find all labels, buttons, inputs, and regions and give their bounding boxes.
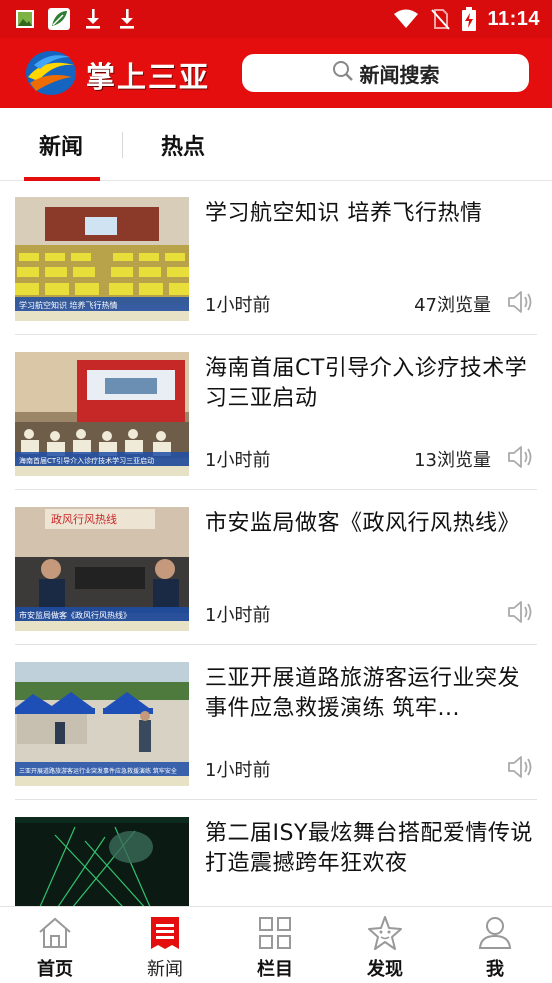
nav-me-label: 我 [486, 959, 504, 980]
divider [15, 489, 537, 490]
news-thumbnail: 三亚开展道路旅游客运行业突发事件应急救援演练 筑牢安全 [15, 662, 189, 786]
status-bar: 11:14 [0, 0, 552, 38]
app-logo [24, 47, 78, 99]
news-time: 1小时前 [205, 760, 271, 781]
home-icon [37, 915, 73, 951]
tab-news[interactable]: 新闻 [22, 108, 100, 181]
news-item[interactable]: 三亚开展道路旅游客运行业突发事件应急救援演练 筑牢安全 三亚开展道路旅游客运行业… [0, 646, 552, 800]
nav-news[interactable]: 新闻 [115, 907, 215, 983]
nav-columns-label: 栏目 [257, 959, 293, 980]
thumb-caption: 市安监局做客《政风行风热线》 [19, 610, 131, 620]
no-sim-icon [429, 8, 451, 30]
nav-news-label: 新闻 [147, 959, 183, 980]
speaker-icon[interactable] [507, 599, 535, 625]
news-title[interactable]: 三亚开展道路旅游客运行业突发事件应急救援演练 筑牢... [205, 664, 537, 724]
news-time: 1小时前 [205, 450, 271, 471]
battery-charging-icon [461, 7, 477, 31]
speaker-icon[interactable] [507, 444, 535, 470]
bottom-navigation: 首页 新闻 栏目 发现 我 [0, 906, 552, 983]
news-time: 1小时前 [205, 605, 271, 626]
clock: 11:14 [487, 7, 540, 30]
news-icon [147, 915, 183, 951]
news-title[interactable]: 海南首届CT引导介入诊疗技术学习三亚启动 [205, 354, 537, 414]
star-icon [367, 915, 403, 951]
news-views: 47浏览量 [414, 295, 491, 316]
svg-text:政风行风热线: 政风行风热线 [51, 512, 117, 526]
grid-icon [257, 915, 293, 951]
news-thumbnail: 海南首届CT引导介入诊疗技术学习三亚启动 [15, 352, 189, 476]
wifi-icon [393, 8, 419, 30]
search-button[interactable]: 新闻搜索 [242, 54, 529, 92]
divider [15, 644, 537, 645]
news-thumbnail: 学习航空知识 培养飞行热情 [15, 197, 189, 321]
nav-home-label: 首页 [37, 959, 73, 980]
news-item[interactable]: 第二届ISY最炫舞台搭配爱情传说 打造震撼跨年狂欢夜 [0, 801, 552, 906]
thumb-caption: 三亚开展道路旅游客运行业突发事件应急救援演练 筑牢安全 [19, 767, 177, 775]
app-header: 掌上三亚 新闻搜索 [0, 38, 552, 108]
news-title[interactable]: 市安监局做客《政风行风热线》 [205, 509, 537, 539]
nav-me[interactable]: 我 [445, 907, 545, 983]
app-title: 掌上三亚 [86, 60, 211, 94]
thumb-caption: 海南首届CT引导介入诊疗技术学习三亚启动 [19, 456, 154, 465]
news-item[interactable]: 政风行风热线 市安监局做客《政风行风热线》 市安监局做客《政风行风热线》 1小时… [0, 491, 552, 645]
news-item[interactable]: 学习航空知识 培养飞行热情 学习航空知识 培养飞行热情 1小时前 47浏览量 [0, 181, 552, 335]
app-leaf-icon [48, 8, 70, 30]
nav-discover-label: 发现 [367, 959, 403, 980]
nav-columns[interactable]: 栏目 [225, 907, 325, 983]
news-list: 学习航空知识 培养飞行热情 学习航空知识 培养飞行热情 1小时前 47浏览量 海… [0, 181, 552, 906]
news-time: 1小时前 [205, 295, 271, 316]
system-indicators: 11:14 [393, 5, 540, 33]
news-item[interactable]: 海南首届CT引导介入诊疗技术学习三亚启动 海南首届CT引导介入诊疗技术学习三亚启… [0, 336, 552, 490]
nav-discover[interactable]: 发现 [335, 907, 435, 983]
user-icon [477, 915, 513, 951]
gallery-icon [14, 8, 36, 30]
search-icon [332, 60, 354, 86]
divider [15, 334, 537, 335]
search-placeholder: 新闻搜索 [359, 62, 440, 87]
download-icon [116, 8, 138, 30]
tab-bar: 新闻 热点 [0, 108, 552, 181]
news-title[interactable]: 学习航空知识 培养飞行热情 [205, 199, 537, 229]
tab-divider [122, 132, 123, 158]
download-icon [82, 8, 104, 30]
news-thumbnail: 政风行风热线 市安监局做客《政风行风热线》 [15, 507, 189, 631]
speaker-icon[interactable] [507, 289, 535, 315]
nav-home[interactable]: 首页 [5, 907, 105, 983]
news-title[interactable]: 第二届ISY最炫舞台搭配爱情传说 打造震撼跨年狂欢夜 [205, 819, 537, 879]
speaker-icon[interactable] [507, 754, 535, 780]
divider [15, 799, 537, 800]
thumb-caption: 学习航空知识 培养飞行热情 [19, 300, 118, 310]
news-thumbnail [15, 817, 189, 906]
notification-icons [14, 6, 138, 32]
news-views: 13浏览量 [414, 450, 491, 471]
tab-hot[interactable]: 热点 [143, 108, 223, 181]
